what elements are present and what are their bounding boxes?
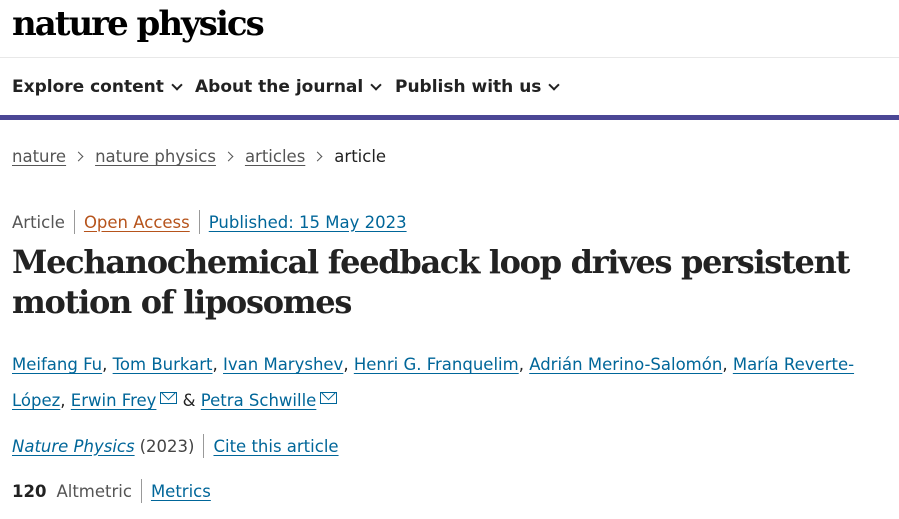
metrics-row: 120 Altmetric Metrics — [12, 479, 211, 503]
chevron-down-icon — [548, 78, 561, 91]
author-link[interactable]: Erwin Frey — [71, 391, 157, 410]
site-header: nature physics — [0, 0, 899, 58]
nav-about-journal[interactable]: About the journal — [195, 77, 382, 97]
author-link[interactable]: Adrián Merino-Salomón — [529, 355, 722, 374]
divider — [203, 434, 205, 458]
author-link[interactable]: Petra Schwille — [201, 391, 317, 410]
altmetric-count: 120 — [12, 481, 47, 501]
publication-year: (2023) — [139, 436, 195, 456]
chevron-right-icon — [312, 151, 323, 162]
article-meta: Article Open Access Published: 15 May 20… — [12, 210, 407, 234]
author-link[interactable]: Meifang Fu — [12, 355, 102, 374]
chevron-down-icon — [171, 78, 183, 91]
journal-link[interactable]: Nature Physics — [12, 437, 135, 456]
email-icon[interactable] — [160, 392, 178, 404]
altmetric-label: Altmetric — [56, 481, 132, 501]
breadcrumb-link-nature[interactable]: nature — [12, 147, 66, 166]
nav-label: Explore content — [12, 77, 164, 97]
breadcrumb-current: article — [334, 147, 387, 166]
divider — [140, 479, 142, 503]
citation-row: Nature Physics (2023) Cite this article — [12, 434, 339, 458]
metrics-link[interactable]: Metrics — [151, 482, 211, 501]
authors-ampersand: & — [182, 391, 196, 410]
author-link[interactable]: Tom Burkart — [113, 355, 213, 374]
email-icon[interactable] — [320, 392, 338, 404]
cite-article-link[interactable]: Cite this article — [213, 437, 338, 456]
divider — [73, 210, 75, 234]
chevron-down-icon — [370, 78, 382, 91]
nav-label: Publish with us — [395, 77, 542, 97]
chevron-right-icon — [73, 151, 84, 162]
author-link[interactable]: Ivan Maryshev — [223, 355, 343, 374]
author-link[interactable]: Henri G. Franquelim — [354, 355, 519, 374]
breadcrumb: nature nature physics articles article — [12, 147, 386, 166]
nav-label: About the journal — [195, 77, 364, 97]
article-title: Mechanochemical feedback loop drives per… — [12, 243, 850, 321]
chevron-right-icon — [223, 151, 234, 162]
breadcrumb-link-nature-physics[interactable]: nature physics — [95, 147, 216, 166]
breadcrumb-link-articles[interactable]: articles — [245, 147, 305, 166]
published-date-link[interactable]: Published: 15 May 2023 — [209, 213, 407, 232]
article-type: Article — [12, 212, 65, 232]
open-access-link[interactable]: Open Access — [84, 213, 190, 232]
divider — [198, 210, 200, 234]
journal-logo[interactable]: nature physics — [12, 4, 265, 44]
nav-publish-with-us[interactable]: Publish with us — [395, 77, 561, 97]
main-nav: Explore content About the journal Publis… — [0, 58, 899, 120]
nav-explore-content[interactable]: Explore content — [12, 77, 183, 97]
author-list: Meifang Fu, Tom Burkart, Ivan Maryshev, … — [12, 355, 855, 410]
